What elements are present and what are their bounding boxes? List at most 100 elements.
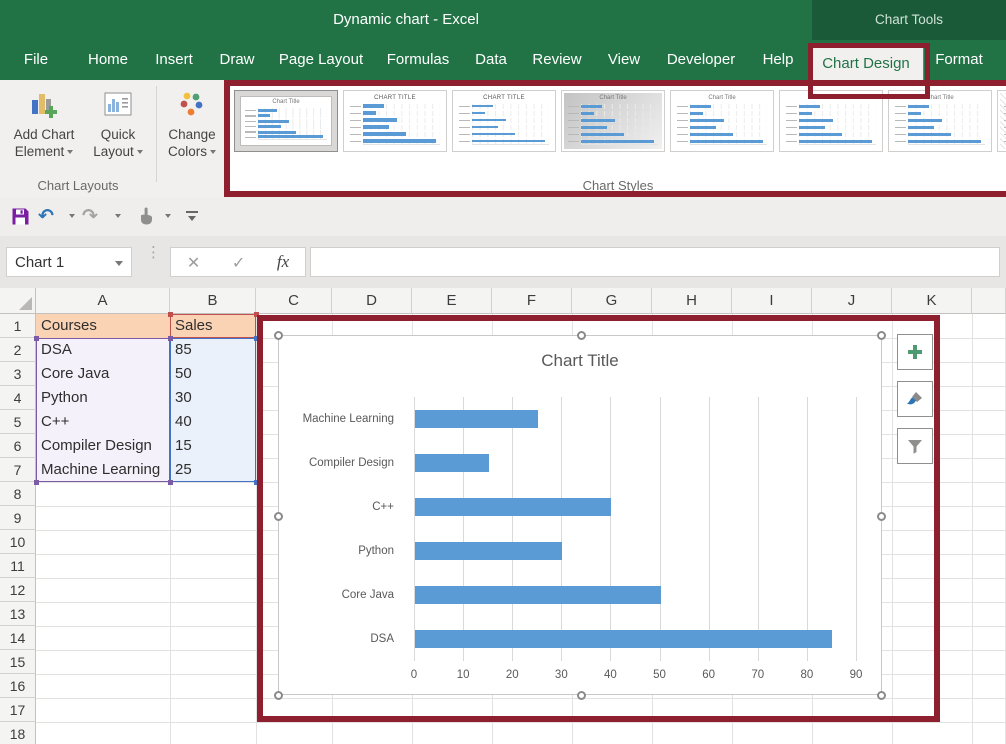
chart-bar-dsa[interactable] — [415, 630, 832, 648]
range-handle[interactable] — [168, 336, 173, 341]
row-header-1[interactable]: 1 — [0, 314, 36, 338]
chart-style-thumb-7[interactable]: Chart Title — [888, 90, 992, 152]
row-header-15[interactable]: 15 — [0, 650, 36, 674]
column-header-c[interactable]: C — [256, 288, 332, 314]
tab-file[interactable]: File — [24, 40, 48, 80]
row-header-18[interactable]: 18 — [0, 722, 36, 744]
ribbon-group-separator — [156, 86, 157, 182]
chart-styles-button[interactable] — [897, 381, 933, 417]
row-header-11[interactable]: 11 — [0, 554, 36, 578]
change-colors-button[interactable]: Change Colors — [160, 86, 224, 190]
formula-bar-input[interactable] — [310, 247, 1000, 277]
column-header-a[interactable]: A — [36, 288, 170, 314]
row-header-13[interactable]: 13 — [0, 602, 36, 626]
range-handle[interactable] — [34, 336, 39, 341]
insert-function-icon[interactable]: fx — [277, 252, 289, 272]
chart-resize-handle[interactable] — [577, 331, 586, 340]
select-all-corner[interactable] — [0, 288, 36, 314]
tab-formulas[interactable]: Formulas — [387, 40, 450, 80]
chart-style-thumb-5[interactable]: Chart Title — [670, 90, 774, 152]
chart-style-thumb-2[interactable]: Chart Title — [343, 90, 447, 152]
cell-a1[interactable]: Courses — [36, 314, 170, 338]
range-handle[interactable] — [168, 312, 173, 317]
row-header-3[interactable]: 3 — [0, 362, 36, 386]
row-header-16[interactable]: 16 — [0, 674, 36, 698]
tab-insert[interactable]: Insert — [155, 40, 193, 80]
add-chart-element-button[interactable]: Add Chart Element — [8, 86, 80, 190]
row-header-6[interactable]: 6 — [0, 434, 36, 458]
row-header-7[interactable]: 7 — [0, 458, 36, 482]
column-header-g[interactable]: G — [572, 288, 652, 314]
chart-resize-handle[interactable] — [877, 331, 886, 340]
column-header-e[interactable]: E — [412, 288, 492, 314]
tab-draw[interactable]: Draw — [219, 40, 254, 80]
column-header-b[interactable]: B — [170, 288, 256, 314]
save-button[interactable] — [11, 204, 30, 228]
chevron-down-icon — [115, 214, 121, 218]
touch-mode-button[interactable] — [136, 204, 156, 228]
column-header-d[interactable]: D — [332, 288, 412, 314]
chart-bar-compiler-design[interactable] — [415, 454, 489, 472]
chart-title[interactable]: Chart Title — [279, 351, 881, 371]
tab-review[interactable]: Review — [532, 40, 581, 80]
chart-resize-handle[interactable] — [877, 512, 886, 521]
column-header-k[interactable]: K — [892, 288, 972, 314]
column-header-h[interactable]: H — [652, 288, 732, 314]
tab-help[interactable]: Help — [763, 40, 794, 80]
row-header-17[interactable]: 17 — [0, 698, 36, 722]
tab-data[interactable]: Data — [475, 40, 507, 80]
chart-resize-handle[interactable] — [274, 331, 283, 340]
chart-style-thumb-1[interactable]: Chart Title — [234, 90, 338, 152]
chart-resize-handle[interactable] — [274, 691, 283, 700]
range-handle[interactable] — [168, 480, 173, 485]
customize-qat-button[interactable] — [186, 204, 198, 228]
row-header-9[interactable]: 9 — [0, 506, 36, 530]
redo-dropdown[interactable] — [112, 204, 121, 228]
column-header-partial[interactable] — [972, 288, 1006, 314]
name-box-dropdown-icon[interactable] — [115, 261, 123, 266]
row-header-4[interactable]: 4 — [0, 386, 36, 410]
chart-resize-handle[interactable] — [577, 691, 586, 700]
row-header-8[interactable]: 8 — [0, 482, 36, 506]
tab-developer[interactable]: Developer — [667, 40, 735, 80]
row-header-2[interactable]: 2 — [0, 338, 36, 362]
tab-page-layout[interactable]: Page Layout — [279, 40, 363, 80]
redo-button[interactable]: ↷ — [82, 204, 98, 228]
chevron-down-icon — [165, 214, 171, 218]
column-header-j[interactable]: J — [812, 288, 892, 314]
chart-resize-handle[interactable] — [877, 691, 886, 700]
name-box[interactable] — [6, 247, 132, 277]
tab-home[interactable]: Home — [88, 40, 128, 80]
column-header-f[interactable]: F — [492, 288, 572, 314]
chart-bar-python[interactable] — [415, 542, 562, 560]
tab-view[interactable]: View — [608, 40, 640, 80]
range-handle[interactable] — [34, 480, 39, 485]
touch-mode-dropdown[interactable] — [162, 204, 171, 228]
chart-object[interactable]: Chart Title 0102030405060708090Machine L… — [278, 335, 882, 695]
chart-gridline — [709, 397, 710, 661]
chart-style-thumb-4[interactable]: Chart Title — [561, 90, 665, 152]
chart-bar-core-java[interactable] — [415, 586, 661, 604]
chart-style-thumb-3[interactable]: Chart Title — [452, 90, 556, 152]
chart-filters-button[interactable] — [897, 428, 933, 464]
worksheet[interactable]: CoursesSalesDSA85Core Java50Python30C++4… — [0, 288, 1006, 744]
chart-resize-handle[interactable] — [274, 512, 283, 521]
row-header-10[interactable]: 10 — [0, 530, 36, 554]
column-header-i[interactable]: I — [732, 288, 812, 314]
enter-icon[interactable]: ✓ — [232, 253, 245, 272]
chart-bar-machine-learning[interactable] — [415, 410, 538, 428]
chart-style-thumb-6[interactable]: Chart Title — [779, 90, 883, 152]
chart-elements-button[interactable] — [897, 334, 933, 370]
cancel-icon[interactable]: ✕ — [187, 253, 200, 272]
name-box-input[interactable] — [7, 248, 107, 276]
quick-layout-button[interactable]: Quick Layout — [82, 86, 154, 190]
tab-format[interactable]: Format — [935, 40, 983, 80]
undo-dropdown[interactable] — [66, 204, 75, 228]
chart-style-thumb-8[interactable]: Chart Title — [997, 90, 1006, 152]
row-header-5[interactable]: 5 — [0, 410, 36, 434]
x-axis-tick-label: 90 — [841, 669, 871, 681]
undo-button[interactable]: ↶ — [38, 204, 54, 228]
row-header-14[interactable]: 14 — [0, 626, 36, 650]
chart-bar-c-[interactable] — [415, 498, 611, 516]
row-header-12[interactable]: 12 — [0, 578, 36, 602]
